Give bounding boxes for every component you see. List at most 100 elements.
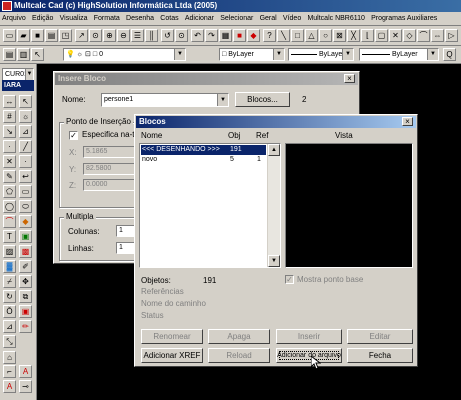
print-icon[interactable]: ▤ [45, 29, 58, 42]
cross-icon[interactable]: ✕ [389, 29, 402, 42]
mostra-ponto-base-checkbox[interactable]: ✓ [285, 275, 294, 284]
leader-icon[interactable]: ↖ [19, 95, 32, 108]
select-icon[interactable]: ↘ [3, 125, 16, 138]
line-draw-icon[interactable]: ╱ [19, 140, 32, 153]
menu-video[interactable]: Vídeo [281, 12, 303, 25]
help-icon[interactable]: ? [263, 29, 276, 42]
extra-tool-icon[interactable]: ▷ [445, 29, 458, 42]
cross-box-icon[interactable]: ⊠ [333, 29, 346, 42]
adicionar-do-arquivo-button[interactable]: Adicionar do arquivo [276, 348, 342, 363]
construction-line-icon[interactable]: ✕ [3, 155, 16, 168]
menu-selecionar[interactable]: Selecionar [218, 12, 255, 25]
offset-icon[interactable]: ⇔ [431, 29, 444, 42]
triangle-icon[interactable]: △ [305, 29, 318, 42]
especifica-checkbox[interactable]: ✓ [69, 131, 78, 140]
undo-icon[interactable]: ↶ [191, 29, 204, 42]
close-icon[interactable]: × [344, 74, 355, 83]
reload-button[interactable]: Reload [208, 348, 270, 363]
block-insert-icon[interactable]: ◆ [19, 215, 32, 228]
text-style-icon[interactable]: A [19, 365, 32, 378]
ellipse-icon[interactable]: ⬭ [19, 200, 32, 213]
dim-icon[interactable]: ⊸ [19, 380, 32, 393]
menu-adicionar[interactable]: Adicionar [183, 12, 216, 25]
menu-desenha[interactable]: Desenha [124, 12, 156, 25]
menu-visualiza[interactable]: Visualiza [58, 12, 90, 25]
offset-draw-icon[interactable]: Ŏ [3, 305, 16, 318]
blocos-list[interactable]: <<< DESENHANDO >>> 191 novo 5 1 ▲ ▼ [139, 143, 281, 268]
rectangle-2-icon[interactable]: ▢ [375, 29, 388, 42]
osnap-icon[interactable]: ⊙ [175, 29, 188, 42]
editar-button[interactable]: Editar [347, 329, 413, 344]
nome-combo[interactable]: persone1 ▼ [101, 93, 229, 107]
arc-draw-icon[interactable]: ⌒ [3, 215, 16, 228]
scroll-down-icon[interactable]: ▼ [268, 255, 280, 267]
z-field[interactable]: 0.0000 [83, 179, 138, 191]
table-icon[interactable]: ▣ [19, 230, 32, 243]
list-scrollbar[interactable]: ▲ ▼ [267, 144, 280, 267]
grid-icon[interactable]: # [3, 110, 16, 123]
adicionar-xref-button[interactable]: Adicionar XREF [141, 348, 203, 363]
trim-icon[interactable]: ⌊ [361, 29, 374, 42]
text-icon[interactable]: T [3, 230, 16, 243]
modify-icon[interactable]: ⌿ [3, 275, 16, 288]
layer-combo[interactable]: 💡 ☼ ⊡ □ 0 ▼ [63, 48, 186, 61]
y-field[interactable]: 82.5800 [83, 163, 138, 175]
scale-icon[interactable]: ⊿ [3, 320, 16, 333]
list-item[interactable]: novo 5 1 [141, 155, 266, 165]
point-icon[interactable]: · [3, 140, 16, 153]
color-palette-icon[interactable]: ▓ [3, 260, 16, 273]
apaga-button[interactable]: Apaga [208, 329, 270, 344]
hatch-icon[interactable]: ▦ [219, 29, 232, 42]
menu-geral[interactable]: Geral [258, 12, 279, 25]
diamond-icon[interactable]: ◇ [403, 29, 416, 42]
zoom-out-icon[interactable]: ⊖ [117, 29, 130, 42]
fecha-button[interactable]: Fecha [347, 348, 413, 363]
properties-icon[interactable]: Q [443, 48, 456, 61]
lengthen-icon[interactable]: ⤡ [3, 335, 16, 348]
menu-edicao[interactable]: Edição [30, 12, 55, 25]
scroll-up-icon[interactable]: ▲ [268, 144, 280, 156]
color-combo[interactable]: □ ByLayer ▼ [219, 48, 285, 61]
move-icon[interactable]: ✥ [19, 275, 32, 288]
new-file-icon[interactable]: ▭ [3, 29, 16, 42]
print-preview-icon[interactable]: ◳ [59, 29, 72, 42]
rotate-icon[interactable]: ↻ [3, 290, 16, 303]
zoom-in-icon[interactable]: ⊕ [103, 29, 116, 42]
columns-icon[interactable]: ║ [145, 29, 158, 42]
polyline-icon[interactable]: ↩ [19, 170, 32, 183]
layer-state-icon[interactable]: ▥ [17, 48, 30, 61]
blocos-button[interactable]: Blocos... [235, 92, 290, 107]
region-icon[interactable]: ▩ [19, 245, 32, 258]
linetype-combo[interactable]: ByLayer ▼ [288, 48, 354, 61]
rectangle-icon[interactable]: □ [291, 29, 304, 42]
open-file-icon[interactable]: ▰ [17, 29, 30, 42]
circle-draw-icon[interactable]: ◯ [3, 200, 16, 213]
erase-icon[interactable]: ╳ [347, 29, 360, 42]
layer-manager-icon[interactable]: ▤ [3, 48, 16, 61]
list-item[interactable]: <<< DESENHANDO >>> 191 [141, 145, 266, 155]
menu-multcalc-nbr6110[interactable]: Multcalc NBR6110 [305, 12, 366, 25]
copy-icon[interactable]: ⧉ [19, 290, 32, 303]
brush-icon[interactable]: ✐ [19, 260, 32, 273]
zoom-realtime-icon[interactable]: ↗ [75, 29, 88, 42]
sun-icon[interactable]: ☼ [19, 110, 32, 123]
menu-arquivo[interactable]: Arquivo [0, 12, 28, 25]
distance-icon[interactable]: ↔ [3, 95, 16, 108]
hatch-draw-icon[interactable]: ▨ [3, 245, 16, 258]
circle-icon[interactable]: ○ [319, 29, 332, 42]
close-icon[interactable]: × [402, 117, 413, 126]
inserir-button[interactable]: Inserir [276, 329, 342, 344]
pencil-icon[interactable]: ✎ [3, 170, 16, 183]
explode-icon[interactable]: ⌂ [3, 351, 16, 364]
mirror-icon[interactable]: ▣ [19, 305, 32, 318]
redo-icon[interactable]: ↷ [205, 29, 218, 42]
rectangle-draw-icon[interactable]: ▭ [19, 185, 32, 198]
x-field[interactable]: 5.1865 [83, 146, 138, 158]
fillet-icon[interactable]: ⌐ [3, 365, 16, 378]
menu-cotas[interactable]: Cotas [158, 12, 180, 25]
redraw-icon[interactable]: ↺ [161, 29, 174, 42]
arc-icon[interactable]: ⌒ [417, 29, 430, 42]
menu-programas-auxiliares[interactable]: Programas Auxiliares [369, 12, 439, 25]
save-icon[interactable]: ■ [31, 29, 44, 42]
menu-formata[interactable]: Formata [92, 12, 122, 25]
